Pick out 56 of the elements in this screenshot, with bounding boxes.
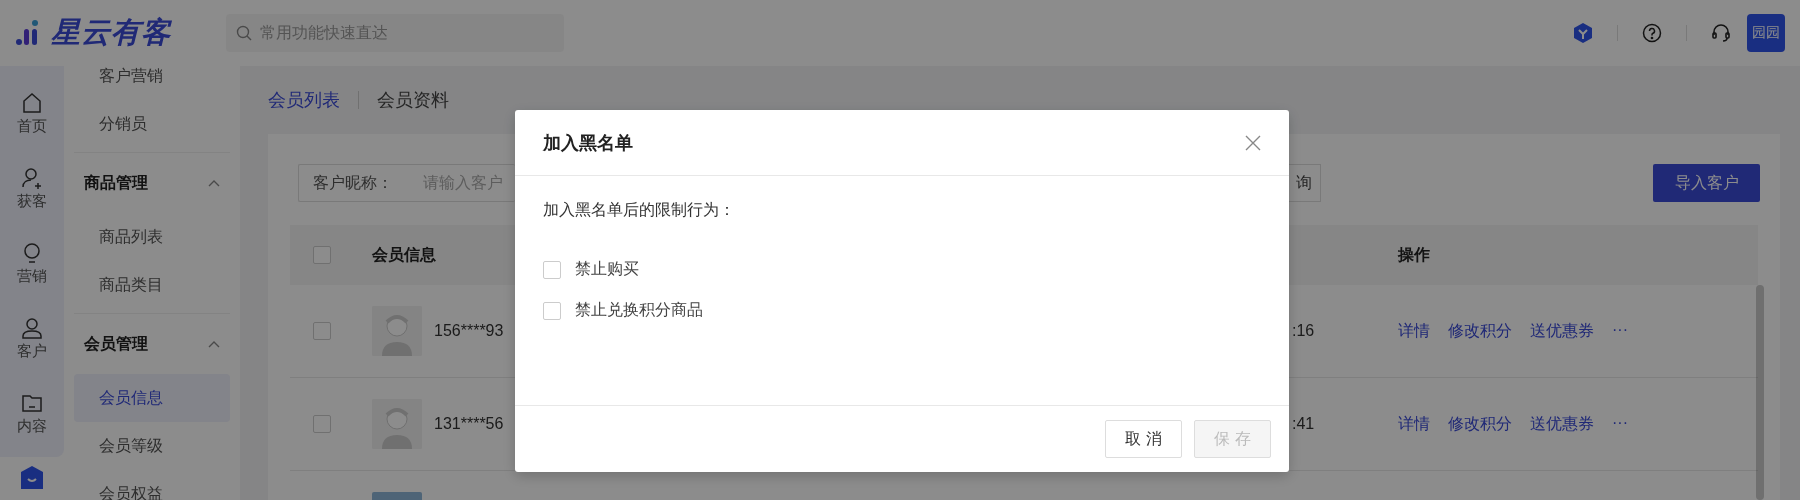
menu-group-title[interactable]: 会员管理 — [84, 333, 148, 355]
headset-icon[interactable] — [1711, 23, 1731, 43]
action-link[interactable]: ··· — [1612, 320, 1628, 342]
member-phone: 156****93 — [434, 322, 504, 340]
bulb-icon — [21, 241, 43, 264]
hexagon-icon[interactable] — [1573, 22, 1593, 44]
tab[interactable]: 会员列表 — [268, 88, 340, 112]
chevron-up-icon[interactable] — [208, 179, 220, 187]
checkbox[interactable] — [313, 415, 331, 434]
search-icon — [236, 25, 252, 41]
column-header: 操作 — [1398, 245, 1430, 263]
action-link[interactable]: 送优惠券 — [1530, 320, 1594, 342]
cancel-button[interactable]: 取 消 — [1105, 420, 1182, 458]
app-logo: 星云有客 — [51, 15, 171, 50]
member-phone: 131****56 — [434, 415, 504, 433]
rail-item[interactable]: 客户 — [0, 301, 64, 376]
user-avatar[interactable]: 园园 — [1747, 14, 1785, 52]
close-icon[interactable] — [1245, 134, 1261, 151]
menu-item[interactable]: 商品类目 — [74, 261, 230, 309]
menu-item[interactable]: 会员信息 — [74, 374, 230, 422]
import-customer-button[interactable]: 导入客户 — [1653, 164, 1760, 202]
help-icon[interactable] — [1642, 23, 1662, 43]
prompt-text: 加入黑名单后的限制行为： — [543, 200, 736, 220]
shop-icon[interactable] — [19, 465, 45, 491]
checkbox[interactable] — [543, 301, 561, 320]
menu-item[interactable]: 会员权益 — [74, 470, 230, 500]
checkbox[interactable] — [543, 260, 561, 279]
checkbox-label[interactable]: 禁止购买 — [575, 259, 639, 280]
menu-item[interactable]: 分销员 — [74, 100, 230, 148]
user-add-icon — [21, 166, 43, 189]
action-link[interactable]: 送优惠券 — [1530, 413, 1594, 435]
menu-item[interactable]: 商品列表 — [74, 213, 230, 261]
column-header: 会员信息 — [372, 245, 436, 263]
query-button[interactable]: 询 — [1289, 164, 1321, 202]
checkbox-label[interactable]: 禁止兑换积分商品 — [575, 300, 703, 321]
menu-item[interactable]: 客户营销 — [74, 66, 230, 100]
menu-item[interactable]: 会员等级 — [74, 422, 230, 470]
rail-item[interactable]: 内容 — [0, 376, 64, 451]
time-text: :16 — [1292, 322, 1315, 340]
checkbox[interactable] — [313, 246, 331, 265]
checkbox[interactable] — [313, 322, 331, 341]
chevron-up-icon[interactable] — [208, 340, 220, 348]
action-link[interactable]: 修改积分 — [1448, 413, 1512, 435]
action-link[interactable]: 详情 — [1398, 413, 1430, 435]
user-icon — [21, 316, 43, 339]
action-link[interactable]: 修改积分 — [1448, 320, 1512, 342]
dialog-title: 加入黑名单 — [543, 131, 633, 155]
action-link[interactable]: ··· — [1612, 413, 1628, 435]
home-icon — [21, 91, 43, 114]
action-link[interactable]: 详情 — [1398, 320, 1430, 342]
time-text: :41 — [1292, 415, 1315, 433]
rail-item[interactable]: 首页 — [0, 76, 64, 151]
rail-item[interactable]: 获客 — [0, 151, 64, 226]
rail-item[interactable]: 营销 — [0, 226, 64, 301]
tab[interactable]: 会员资料 — [377, 88, 449, 112]
menu-group-title[interactable]: 商品管理 — [84, 172, 148, 194]
